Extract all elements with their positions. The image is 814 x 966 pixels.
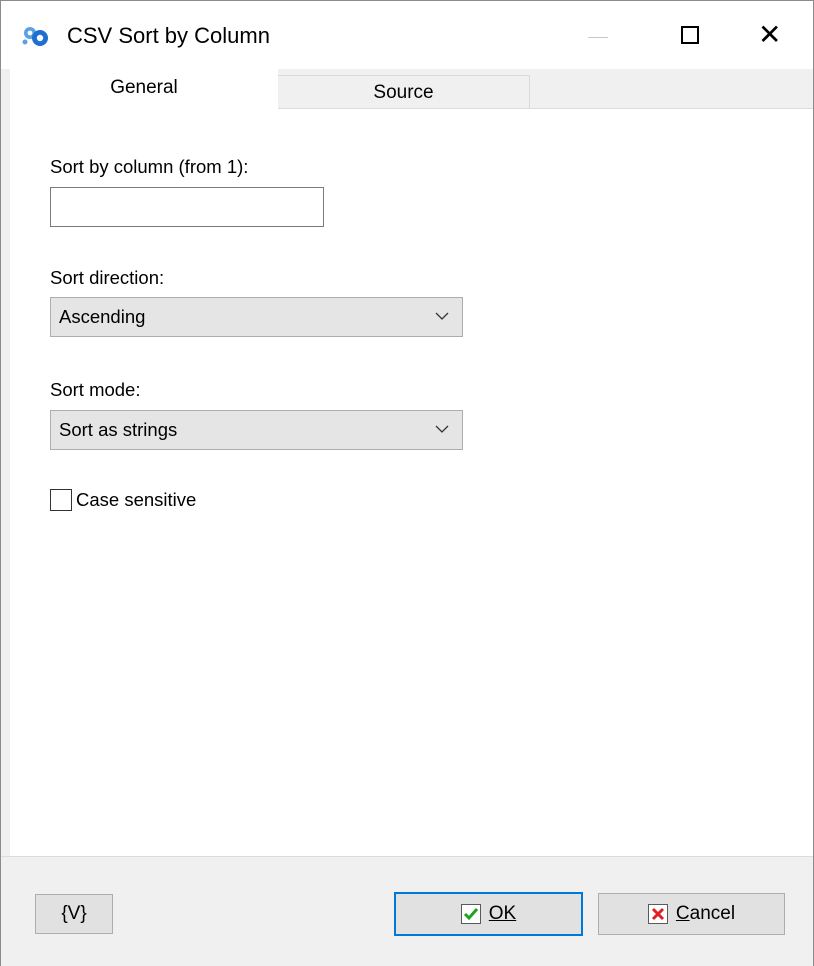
cancel-button-label: Cancel [675,903,736,924]
dialog-window: CSV Sort by Column ✕ General Source Sort… [0,0,814,966]
sort-mode-value: Sort as strings [59,419,178,440]
checkmark-icon [460,904,481,924]
chevron-down-icon [435,312,449,320]
general-panel: Sort by column (from 1): Sort direction:… [10,108,813,856]
sort-direction-label: Sort direction: [50,267,165,288]
case-sensitive-checkbox[interactable] [50,489,72,511]
maximize-icon [681,26,699,44]
sort-direction-value: Ascending [59,306,146,327]
chevron-down-icon [435,425,449,433]
sort-mode-select[interactable]: Sort as strings [50,410,463,450]
tab-general[interactable]: General [10,69,278,110]
dialog-footer: {V} OK Cancel [1,856,813,966]
window-title: CSV Sort by Column [67,23,270,48]
ok-button[interactable]: OK [394,892,583,936]
cancel-button[interactable]: Cancel [598,893,785,935]
close-button[interactable]: ✕ [723,1,813,69]
minimize-button[interactable] [553,1,643,69]
title-bar[interactable]: CSV Sort by Column ✕ [1,1,813,69]
variables-button-label: {V} [61,903,87,924]
tab-strip: General Source [1,69,813,110]
tab-source[interactable]: Source [277,75,530,109]
case-sensitive-label[interactable]: Case sensitive [76,488,196,512]
variables-button[interactable]: {V} [35,894,113,934]
sort-column-label: Sort by column (from 1): [50,156,249,177]
minimize-icon [588,37,608,38]
sort-mode-label: Sort mode: [50,379,141,400]
ok-button-label: OK [488,903,517,924]
sort-direction-select[interactable]: Ascending [50,297,463,337]
close-icon: ✕ [758,19,782,50]
maximize-button[interactable] [643,1,733,69]
gears-icon [21,24,51,48]
cancel-x-icon [647,904,668,924]
sort-column-input[interactable] [50,187,324,227]
